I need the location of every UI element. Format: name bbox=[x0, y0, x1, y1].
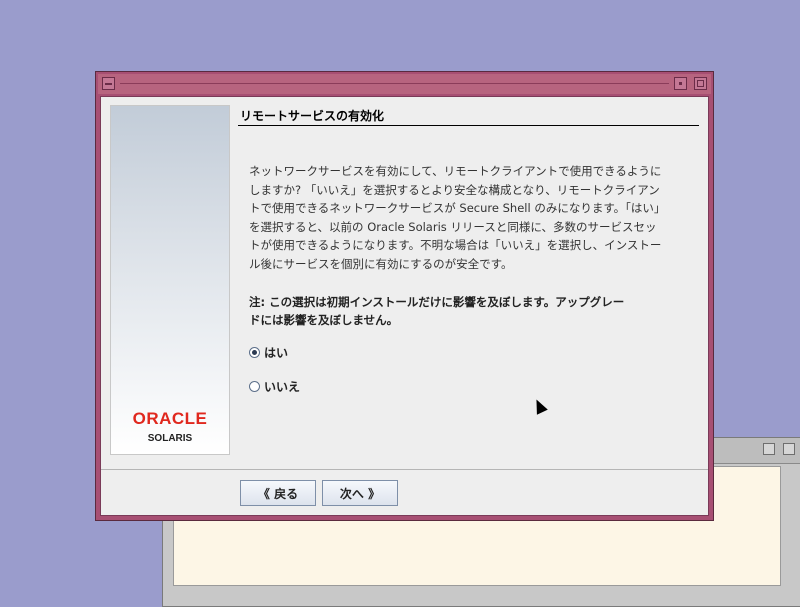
title-divider bbox=[238, 125, 699, 126]
dialog-body: ORACLE SOLARIS リモートサービスの有効化 ネットワークサービスを有… bbox=[100, 96, 709, 516]
branding-panel: ORACLE SOLARIS bbox=[110, 105, 230, 455]
description-line: トが使用できるようになります。不明な場合は「いいえ」を選択し、インストー bbox=[249, 238, 662, 252]
maximize-icon[interactable] bbox=[783, 443, 795, 455]
maximize-icon[interactable] bbox=[694, 77, 707, 90]
description-line: を選択すると、以前の Oracle Solaris リリースと同様に、多数のサー… bbox=[249, 219, 657, 234]
note-line: ドには影響を及ぼしません。 bbox=[249, 313, 399, 327]
radio-option-yes[interactable]: はい bbox=[249, 344, 288, 361]
back-button[interactable]: 《 戻る bbox=[240, 480, 316, 506]
description-line: ル後にサービスを個別に有効にするのが安全です。 bbox=[249, 256, 513, 271]
description-line: しますか? 「いいえ」を選択するとより安全な構成となり、リモートクライアン bbox=[249, 182, 660, 197]
titlebar-line bbox=[120, 83, 669, 84]
next-button[interactable]: 次へ 》 bbox=[322, 480, 398, 506]
minimize-icon[interactable] bbox=[674, 77, 687, 90]
window-menu-icon[interactable] bbox=[102, 77, 115, 90]
description-line: トで使用できるネットワークサービスが Secure Shell のみになります。… bbox=[249, 201, 666, 215]
note-line: 注: この選択は初期インストールだけに影響を及ぼします。アップグレー bbox=[249, 295, 625, 309]
description-text: ネットワークサービスを有効にして、リモートクライアントで使用できるように します… bbox=[249, 162, 689, 273]
note-text: 注: この選択は初期インストールだけに影響を及ぼします。アップグレー ドには影響… bbox=[249, 293, 689, 329]
radio-label-no: いいえ bbox=[264, 380, 301, 394]
description-line: ネットワークサービスを有効にして、リモートクライアントで使用できるように bbox=[249, 164, 662, 178]
installer-window: ORACLE SOLARIS リモートサービスの有効化 ネットワークサービスを有… bbox=[95, 71, 714, 521]
page-title: リモートサービスの有効化 bbox=[240, 109, 385, 123]
radio-label-yes: はい bbox=[264, 346, 289, 360]
radio-button-yes[interactable] bbox=[249, 347, 260, 358]
minimize-icon[interactable] bbox=[763, 443, 775, 455]
window-titlebar[interactable] bbox=[98, 74, 711, 94]
radio-option-no[interactable]: いいえ bbox=[249, 378, 300, 395]
radio-button-no[interactable] bbox=[249, 381, 260, 392]
solaris-label: SOLARIS bbox=[147, 433, 193, 444]
oracle-logo: ORACLE bbox=[132, 409, 208, 428]
footer-divider bbox=[101, 469, 708, 470]
